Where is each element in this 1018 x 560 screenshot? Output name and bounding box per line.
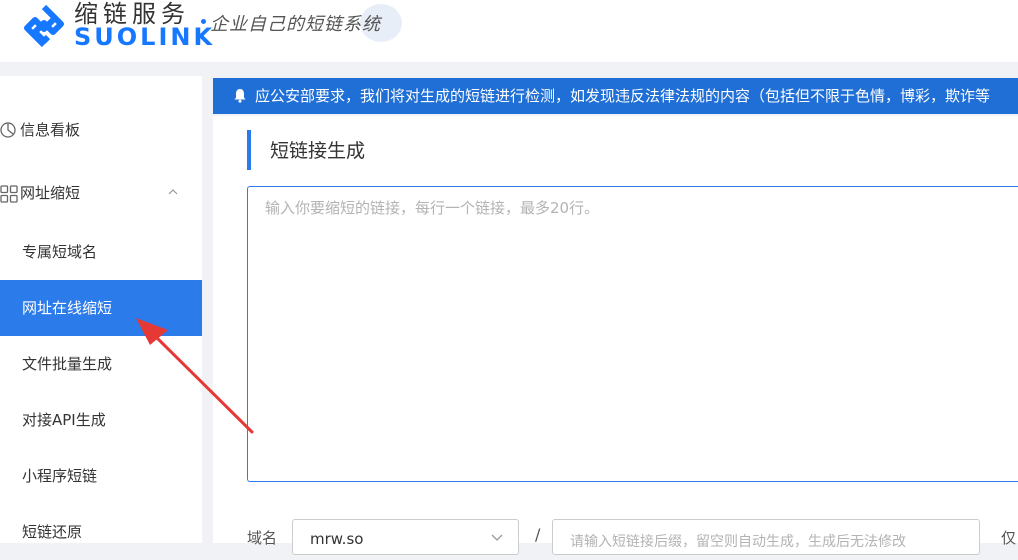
sidebar-item-label: 网址缩短 xyxy=(20,184,81,202)
sidebar-item-label: 短链还原 xyxy=(22,523,83,541)
brand-name-en: SUOLINK xyxy=(74,23,216,51)
path-separator: / xyxy=(535,525,541,544)
sidebar-item-label: 信息看板 xyxy=(20,121,81,139)
domain-select[interactable]: mrw.so xyxy=(292,519,519,555)
suolink-logo-icon xyxy=(24,4,64,48)
main-panel: 短链接生成 输入你要缩短的链接，每行一个链接，最多20行。 域名 mrw.so … xyxy=(213,116,1018,555)
top-header: 缩链服务 SUOLINK 企业自己的短链系统 xyxy=(0,0,1018,62)
notice-banner: 应公安部要求，我们将对生成的短链进行检测，如发现违反法律法规的内容（包括但不限于… xyxy=(213,78,1018,114)
suffix-input-placeholder: 请输入短链接后缀，留空则自动生成，生成后无法修改 xyxy=(570,534,906,550)
bell-icon xyxy=(234,89,246,103)
notice-text: 应公安部要求，我们将对生成的短链进行检测，如发现违反法律法规的内容（包括但不限于… xyxy=(255,87,991,105)
sidebar: 信息看板 网址缩短 专属短域名 网址在线缩短 文件批量生成 对接API生成 小程… xyxy=(0,76,202,543)
grid-icon xyxy=(0,185,18,203)
sidebar-item-label: 文件批量生成 xyxy=(22,355,113,373)
sidebar-item-label: 对接API生成 xyxy=(22,411,106,429)
sidebar-item-online-shorten[interactable]: 网址在线缩短 xyxy=(0,280,202,336)
domain-select-value: mrw.so xyxy=(310,530,364,548)
sidebar-item-batch-file[interactable]: 文件批量生成 xyxy=(0,336,202,392)
chevron-up-icon[interactable] xyxy=(168,187,178,197)
slogan-dot xyxy=(201,19,206,24)
suffix-input[interactable]: 请输入短链接后缀，留空则自动生成，生成后无法修改 xyxy=(552,519,980,555)
sidebar-item-custom-domain[interactable]: 专属短域名 xyxy=(0,224,202,280)
sidebar-item-label: 网址在线缩短 xyxy=(22,299,113,317)
section-accent-bar xyxy=(247,130,251,170)
slogan: 企业自己的短链系统 xyxy=(210,14,381,35)
sidebar-item-restore[interactable]: 短链还原 xyxy=(0,504,202,560)
sidebar-item-label: 专属短域名 xyxy=(22,243,98,261)
sidebar-item-url-shorten[interactable]: 网址缩短 xyxy=(0,165,202,221)
sidebar-item-label: 小程序短链 xyxy=(22,467,98,485)
chevron-down-icon xyxy=(491,534,503,541)
sidebar-item-dashboard[interactable]: 信息看板 xyxy=(0,102,202,158)
url-textarea-placeholder: 输入你要缩短的链接，每行一个链接，最多20行。 xyxy=(265,199,600,217)
sidebar-item-miniprogram[interactable]: 小程序短链 xyxy=(0,448,202,504)
domain-label: 域名 xyxy=(247,529,278,547)
section-title: 短链接生成 xyxy=(270,140,366,162)
sidebar-item-api[interactable]: 对接API生成 xyxy=(0,392,202,448)
trailing-text: 仅 xyxy=(1001,529,1017,547)
clock-icon xyxy=(0,122,16,138)
url-textarea[interactable]: 输入你要缩短的链接，每行一个链接，最多20行。 xyxy=(247,186,1018,482)
